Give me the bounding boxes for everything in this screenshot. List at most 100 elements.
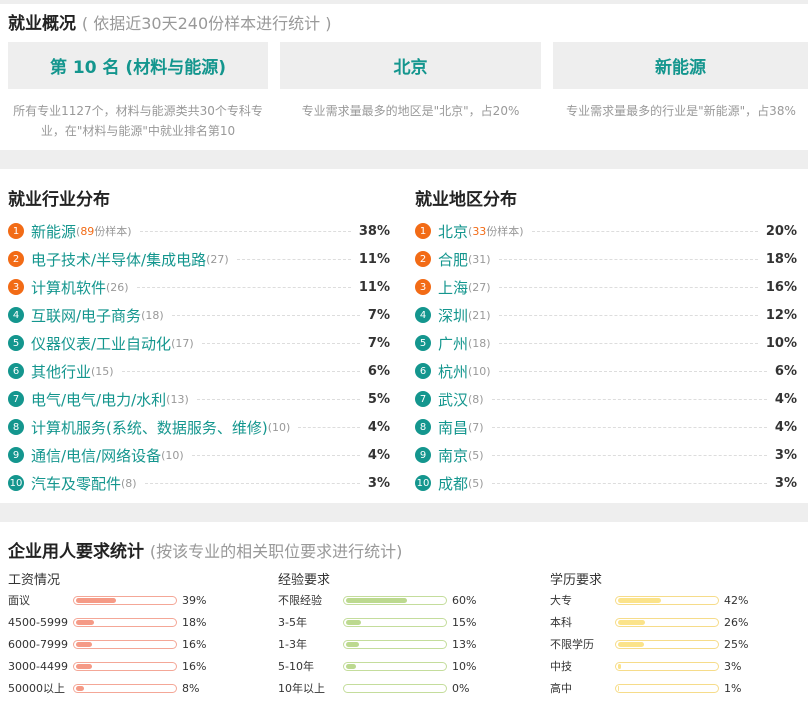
progress-bar [73,595,177,605]
item-link[interactable]: 互联网/电子商务 [31,305,141,326]
rank-badge: 4 [415,307,431,323]
requirement-percent: 8% [182,681,200,695]
list-item: 8 南昌 (7) 4% [415,413,797,441]
share-percent: 20% [765,223,797,239]
industry-list: 1 新能源 (89份样本) 38% 2 电子技术/半导体/集成电路 (27) 11% 3 计算机软… [8,217,390,497]
sample-count: (10) [268,421,291,434]
salary-row: 4500-5999 18% [8,611,248,633]
rank-badge: 10 [415,475,431,491]
rank-badge: 1 [8,223,24,239]
dotted-leader [136,286,351,288]
requirement-percent: 18% [182,615,207,629]
progress-bar [343,639,447,649]
progress-fill [618,597,661,603]
dotted-leader [491,454,767,456]
top-industry-card: 新能源 [553,42,808,89]
list-item: 6 其他行业 (15) 6% [8,357,390,385]
requirement-percent: 26% [724,615,749,629]
sample-count-text: (26) [106,280,129,294]
experience-row: 1-3年 13% [278,633,518,655]
sample-count-text: (13) [166,392,189,406]
requirement-percent: 0% [452,681,470,695]
item-link[interactable]: 新能源 [31,221,76,242]
dotted-leader [498,286,758,288]
item-link[interactable]: 上海 [438,277,468,298]
progress-bar [615,617,719,627]
rank-badge: 7 [415,391,431,407]
sample-count-text: (10) [267,420,291,434]
item-link[interactable]: 仪器仪表/工业自动化 [31,333,171,354]
share-percent: 7% [367,307,390,323]
item-link[interactable]: 杭州 [438,361,468,382]
item-link[interactable]: 南京 [438,445,468,466]
item-link[interactable]: 电子技术/半导体/集成电路 [31,249,206,270]
education-column: 学历要求 大专 42% 本科 26% 不限学历 25% 中技 3% 高中 1% [550,569,790,699]
item-link[interactable]: 南昌 [438,417,468,438]
rank-card: 第 10 名 (材料与能源) [8,42,268,89]
progress-fill [346,641,360,647]
sample-count-text: (27) [468,280,491,294]
rank-badge: 1 [415,223,431,239]
item-link[interactable]: 其他行业 [31,361,91,382]
item-link[interactable]: 通信/电信/网络设备 [31,445,161,466]
sample-count: (21) [468,309,491,322]
dotted-leader [144,482,360,484]
rank-card-desc: 所有专业1127个，材料与能源类共30个专科专业，在"材料与能源"中就业排名第1… [13,104,263,138]
item-link[interactable]: 计算机服务(系统、数据服务、维修) [31,417,268,438]
dotted-leader [498,314,758,316]
sample-count-suffix: 份样本) [486,225,524,238]
top-industry-card-value: 新能源 [655,58,706,78]
sample-count-text: (31) [468,252,491,266]
item-link[interactable]: 深圳 [438,305,468,326]
item-link[interactable]: 武汉 [438,389,468,410]
progress-fill [618,619,645,625]
item-link[interactable]: 汽车及零配件 [31,473,121,494]
item-link[interactable]: 合肥 [438,249,468,270]
sample-count-number: 89 [80,225,95,238]
share-percent: 5% [367,391,390,407]
progress-bar [615,639,719,649]
item-link[interactable]: 电气/电气/电力/水利 [31,389,166,410]
requirement-label: 1-3年 [278,638,307,651]
requirement-label: 3-5年 [278,616,307,629]
sample-count-text: (8) [121,476,137,490]
overview-title-text: 就业概况 [8,14,76,34]
item-link[interactable]: 广州 [438,333,468,354]
requirement-percent: 15% [452,615,477,629]
list-item: 10 成都 (5) 3% [415,469,797,497]
top-region-card-value: 北京 [393,58,428,78]
progress-fill [76,619,95,625]
requirement-percent: 42% [724,593,749,607]
list-item: 3 上海 (27) 16% [415,273,797,301]
progress-bar [343,683,447,693]
sample-count-text: (27) [206,252,229,266]
sample-count-text: (7) [468,420,484,434]
list-item: 2 电子技术/半导体/集成电路 (27) 11% [8,245,390,273]
requirement-percent: 16% [182,659,207,673]
progress-fill [76,597,116,603]
education-row: 中技 3% [550,655,790,677]
dotted-leader [498,370,767,372]
overview-subtitle: ( 依据近30天240份样本进行统计 ) [81,14,332,33]
requirements-subtitle: (按该专业的相关职位要求进行统计) [149,542,403,561]
list-item: 9 通信/电信/网络设备 (10) 4% [8,441,390,469]
progress-fill [618,641,644,647]
share-percent: 4% [774,419,797,435]
top-divider [0,0,808,4]
salary-row: 6000-7999 16% [8,633,248,655]
progress-fill [76,685,85,691]
item-link[interactable]: 北京 [438,221,468,242]
section-divider-1 [0,150,808,169]
requirement-label: 高中 [550,682,572,695]
rank-badge: 6 [8,363,24,379]
progress-fill [618,663,622,669]
progress-fill [618,685,620,691]
item-link[interactable]: 成都 [438,473,468,494]
sample-count-text: (10) [468,364,491,378]
list-item: 1 北京 (33份样本) 20% [415,217,797,245]
progress-bar [343,661,447,671]
experience-row: 3-5年 15% [278,611,518,633]
share-percent: 16% [765,279,797,295]
dotted-leader [121,370,360,372]
item-link[interactable]: 计算机软件 [31,277,106,298]
